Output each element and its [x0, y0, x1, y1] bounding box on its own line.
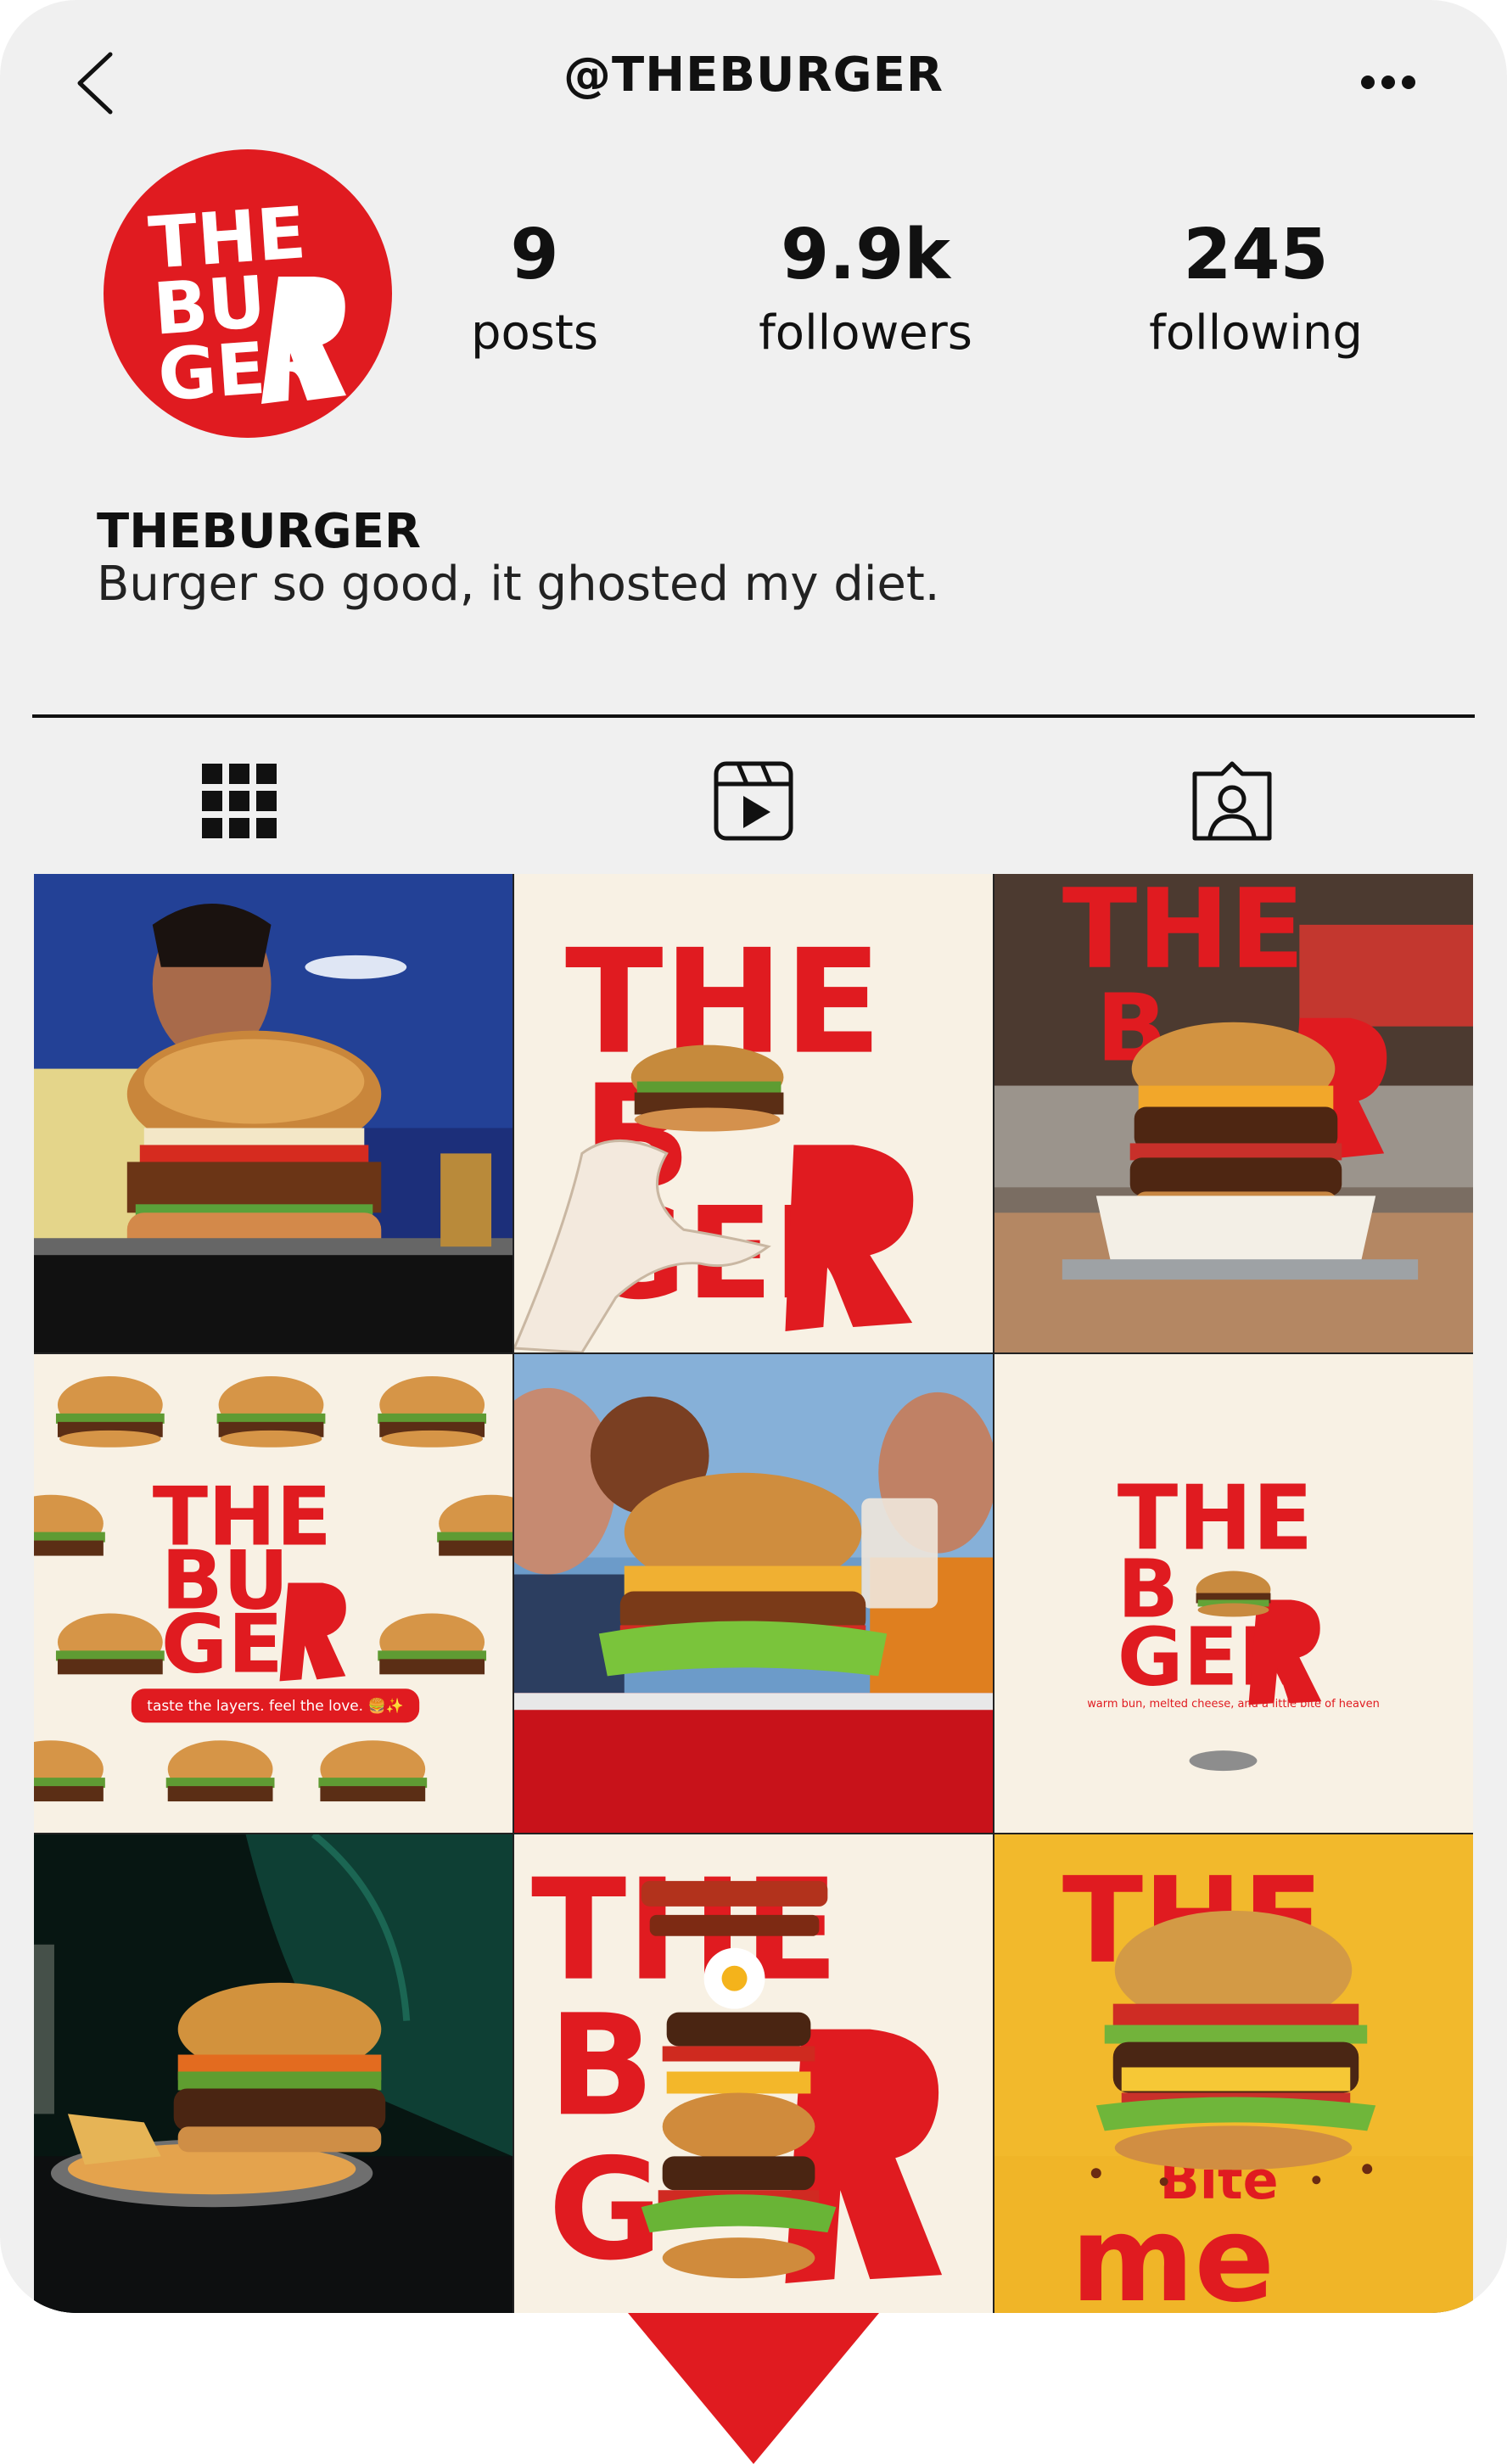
- post-4-image: THE BU GE taste the layers. feel the lov…: [34, 1354, 513, 1833]
- svg-text:me: me: [1071, 2190, 1275, 2313]
- post-6[interactable]: THE B GER warm bun, melted cheese, and a…: [994, 1354, 1473, 1833]
- post-1[interactable]: [34, 874, 513, 1352]
- profile-screen: @THEBURGER THE BU GER 9 posts 9.9k follo…: [0, 0, 1507, 2313]
- post-2-image: THE B GER: [514, 874, 993, 1352]
- post-4[interactable]: THE BU GE taste the layers. feel the lov…: [34, 1354, 513, 1833]
- following-count[interactable]: 245 following: [1120, 221, 1392, 360]
- post-9[interactable]: THE Bite me: [994, 1834, 1473, 2313]
- post-6-image: THE B GER warm bun, melted cheese, and a…: [994, 1354, 1473, 1833]
- post-8-image: THE B G: [514, 1834, 993, 2313]
- svg-text:warm bun, melted cheese, and a: warm bun, melted cheese, and a little bi…: [1087, 1698, 1380, 1711]
- post-5-image: [514, 1354, 993, 1833]
- more-dots-icon[interactable]: [1358, 70, 1419, 95]
- posts-grid: THE B GER THE B: [34, 874, 1473, 2313]
- post-5[interactable]: [514, 1354, 993, 1833]
- post-1-image: [34, 874, 513, 1352]
- post-9-image: THE Bite me: [994, 1834, 1473, 2313]
- profile-handle: @THEBURGER: [563, 48, 944, 103]
- svg-text:taste the layers. feel the lov: taste the layers. feel the love. 🍔✨: [147, 1697, 403, 1714]
- top-bar: @THEBURGER: [0, 0, 1507, 161]
- post-3[interactable]: THE B: [994, 874, 1473, 1352]
- grid-icon[interactable]: [199, 760, 280, 842]
- svg-text:B: B: [548, 1984, 655, 2147]
- post-8[interactable]: THE B G: [514, 1834, 993, 2313]
- profile-bio: Burger so good, it ghosted my diet.: [97, 557, 940, 612]
- post-3-image: THE B: [994, 874, 1473, 1352]
- post-7[interactable]: [34, 1834, 513, 2313]
- svg-text:GE: GE: [161, 1596, 283, 1691]
- tagged-person-icon[interactable]: [1191, 760, 1273, 842]
- tab-divider: [32, 714, 1475, 718]
- down-arrow-icon: [628, 2313, 879, 2464]
- post-2[interactable]: THE B GER: [514, 874, 993, 1352]
- posts-count[interactable]: 9 posts: [441, 221, 628, 360]
- profile-name: THEBURGER: [97, 504, 421, 559]
- reels-icon[interactable]: [713, 760, 794, 842]
- profile-avatar[interactable]: THE BU GER: [104, 149, 392, 438]
- followers-count[interactable]: 9.9k followers: [738, 221, 993, 360]
- post-7-image: [34, 1834, 513, 2313]
